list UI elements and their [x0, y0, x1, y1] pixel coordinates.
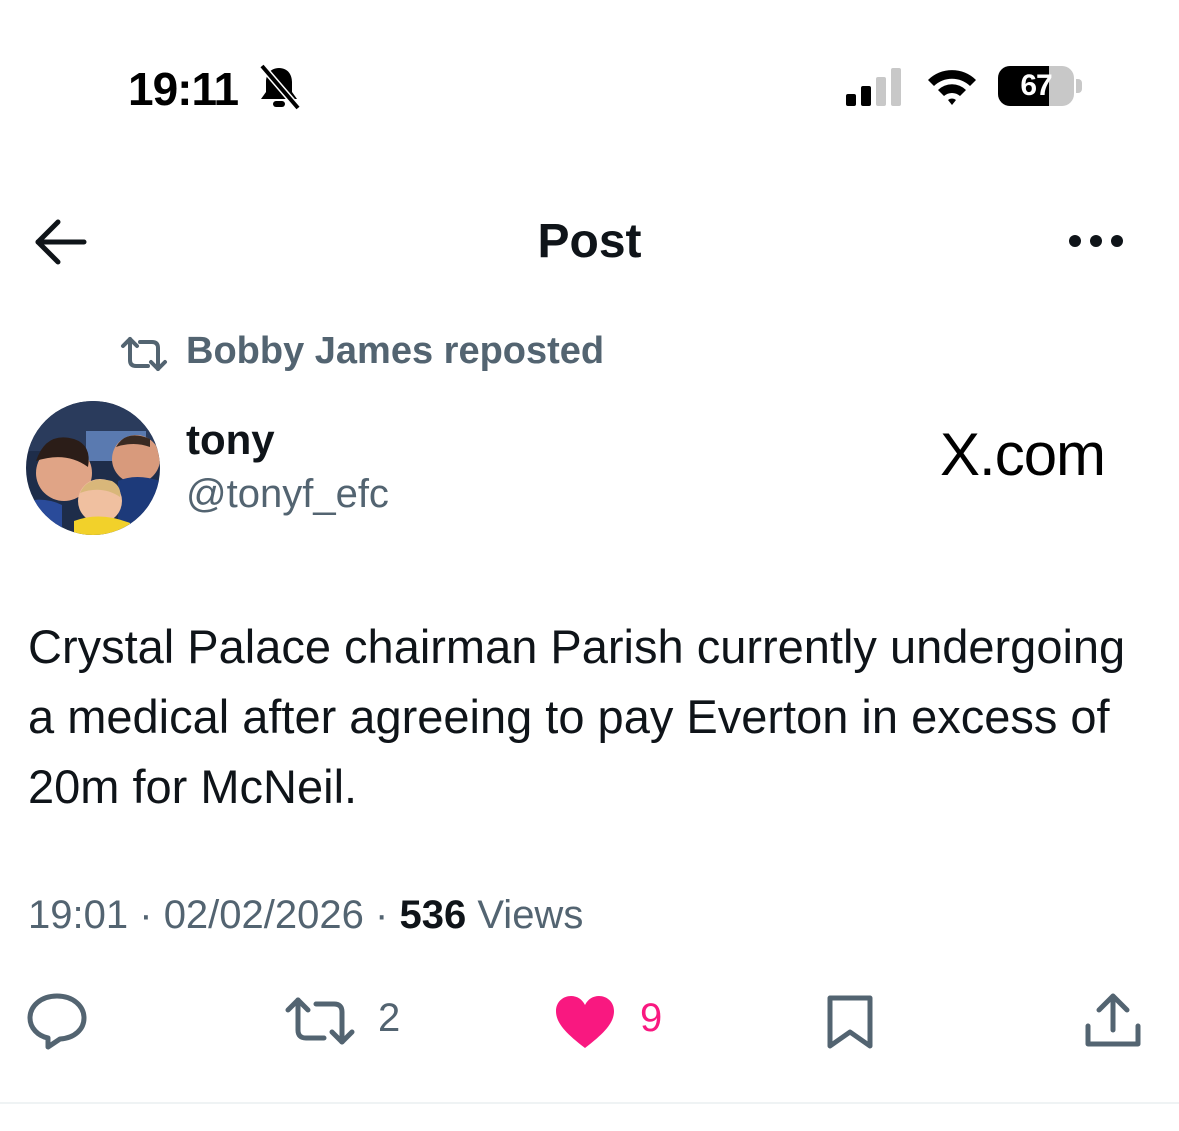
repost-icon — [120, 336, 168, 372]
battery-percent: 67 — [1020, 69, 1052, 102]
wifi-icon — [924, 66, 980, 106]
repost-button-icon[interactable] — [284, 996, 356, 1046]
bell-slash-icon — [256, 62, 302, 112]
more-dots-icon[interactable] — [1066, 230, 1126, 252]
status-time: 19:11 — [128, 63, 239, 115]
post-meta: 19:01 · 02/02/2026 · 536 Views — [28, 893, 583, 938]
share-icon[interactable] — [1084, 992, 1142, 1048]
author-name[interactable]: tony — [186, 416, 275, 464]
divider — [0, 1102, 1179, 1104]
like-count[interactable]: 9 — [640, 996, 662, 1041]
avatar[interactable] — [26, 401, 160, 535]
heart-icon[interactable] — [554, 994, 616, 1050]
views-count[interactable]: 536 — [399, 893, 466, 937]
views-label: Views — [477, 893, 584, 937]
battery-icon: 67 — [998, 66, 1082, 108]
x-com-watermark: X.com — [940, 421, 1106, 488]
post-date: 02/02/2026 — [163, 893, 364, 937]
meta-separator: · — [139, 893, 153, 937]
bookmark-icon[interactable] — [824, 994, 876, 1050]
reposted-by-label[interactable]: Bobby James reposted — [186, 330, 604, 373]
post-time: 19:01 — [28, 893, 129, 937]
page-title: Post — [537, 215, 642, 268]
meta-separator: · — [375, 893, 389, 937]
cellular-signal-icon — [846, 68, 906, 106]
reply-icon[interactable] — [26, 992, 88, 1050]
repost-count[interactable]: 2 — [378, 996, 400, 1041]
post-text: Crystal Palace chairman Parish currently… — [28, 620, 1126, 813]
author-handle[interactable]: @tonyf_efc — [186, 472, 389, 517]
